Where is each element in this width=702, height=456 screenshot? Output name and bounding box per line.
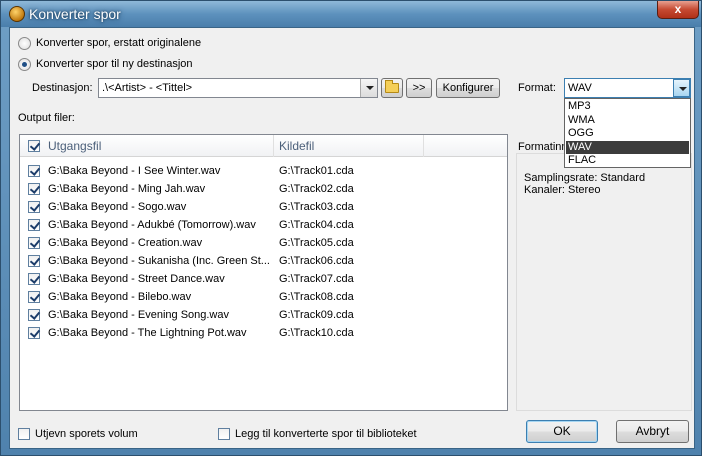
- ok-button[interactable]: OK: [526, 420, 598, 443]
- table-row[interactable]: G:\Baka Beyond - The Lightning Pot.wav G:…: [20, 324, 507, 342]
- row-checkbox[interactable]: [28, 165, 40, 177]
- close-button[interactable]: x: [657, 1, 699, 19]
- table-row[interactable]: G:\Baka Beyond - Sukanisha (Inc. Green S…: [20, 252, 507, 270]
- source-file-cell: G:\Track06.cda: [279, 255, 354, 267]
- table-row[interactable]: G:\Baka Beyond - Street Dance.wav G:\Trac…: [20, 270, 507, 288]
- chevron-down-icon[interactable]: [360, 79, 377, 97]
- format-info-panel: Samplingsrate: Standard Kanaler: Stereo: [516, 153, 692, 411]
- source-file-cell: G:\Track07.cda: [279, 273, 354, 285]
- radio-new-destination-label[interactable]: Konverter spor til ny destinasjon: [36, 58, 193, 71]
- destination-combo[interactable]: .\<Artist> - <Tittel>: [98, 78, 378, 98]
- row-checkbox[interactable]: [28, 291, 40, 303]
- destination-value: .\<Artist> - <Tittel>: [102, 82, 193, 94]
- select-all-checkbox[interactable]: [28, 140, 40, 152]
- radio-new-destination[interactable]: [18, 58, 31, 71]
- equalize-volume-checkbox[interactable]: [18, 428, 30, 440]
- format-option[interactable]: MP3: [566, 100, 689, 113]
- chevron-down-icon[interactable]: [673, 79, 690, 97]
- output-file-cell: G:\Baka Beyond - Sogo.wav: [48, 201, 187, 213]
- add-to-library-label[interactable]: Legg til konverterte spor til biblioteke…: [235, 428, 417, 441]
- row-checkbox[interactable]: [28, 327, 40, 339]
- output-file-cell: G:\Baka Beyond - Ming Jah.wav: [48, 183, 206, 195]
- column-header-source[interactable]: Kildefil: [279, 139, 314, 153]
- output-file-cell: G:\Baka Beyond - Street Dance.wav: [48, 273, 225, 285]
- list-header: Utgangsfil Kildefil: [20, 135, 507, 157]
- source-file-cell: G:\Track08.cda: [279, 291, 354, 303]
- window-title: Konverter spor: [29, 6, 121, 22]
- row-checkbox[interactable]: [28, 219, 40, 231]
- source-file-cell: G:\Track02.cda: [279, 183, 354, 195]
- source-file-cell: G:\Track10.cda: [279, 327, 354, 339]
- row-checkbox[interactable]: [28, 309, 40, 321]
- row-checkbox[interactable]: [28, 183, 40, 195]
- table-row[interactable]: G:\Baka Beyond - Creation.wav G:\Track05.…: [20, 234, 507, 252]
- add-to-library-checkbox[interactable]: [218, 428, 230, 440]
- format-combo[interactable]: WAV: [564, 78, 691, 98]
- table-row[interactable]: G:\Baka Beyond - Evening Song.wav G:\Trac…: [20, 306, 507, 324]
- source-file-cell: G:\Track05.cda: [279, 237, 354, 249]
- row-checkbox[interactable]: [28, 201, 40, 213]
- source-file-cell: G:\Track03.cda: [279, 201, 354, 213]
- row-checkbox[interactable]: [28, 255, 40, 267]
- folder-icon: [385, 80, 399, 93]
- app-icon: [9, 6, 25, 22]
- output-file-cell: G:\Baka Beyond - The Lightning Pot.wav: [48, 327, 247, 339]
- output-file-cell: G:\Baka Beyond - Creation.wav: [48, 237, 203, 249]
- format-option[interactable]: WAV: [566, 140, 689, 154]
- table-row[interactable]: G:\Baka Beyond - Sogo.wav G:\Track03.cda: [20, 198, 507, 216]
- source-file-cell: G:\Track01.cda: [279, 165, 354, 177]
- output-file-cell: G:\Baka Beyond - Evening Song.wav: [48, 309, 229, 321]
- browse-folder-button[interactable]: [381, 78, 403, 98]
- format-dropdown-list[interactable]: MP3 WMA OGG WAV FLAC: [564, 98, 691, 168]
- format-option[interactable]: WMA: [566, 114, 689, 127]
- row-checkbox[interactable]: [28, 273, 40, 285]
- table-row[interactable]: G:\Baka Beyond - Ming Jah.wav G:\Track02.…: [20, 180, 507, 198]
- destination-label: Destinasjon:: [32, 82, 93, 94]
- channels-text: Kanaler: Stereo: [524, 184, 601, 196]
- source-file-cell: G:\Track04.cda: [279, 219, 354, 231]
- dialog-body: Konverter spor, erstatt originalene Konv…: [9, 27, 695, 449]
- radio-replace-originals[interactable]: [18, 37, 31, 50]
- source-file-cell: G:\Track09.cda: [279, 309, 354, 321]
- column-header-output[interactable]: Utgangsfil: [48, 139, 101, 153]
- column-separator[interactable]: [423, 135, 424, 157]
- format-label: Format:: [518, 82, 556, 94]
- output-file-cell: G:\Baka Beyond - Adukbé (Tomorrow).wav: [48, 219, 256, 231]
- next-button[interactable]: >>: [406, 78, 432, 98]
- radio-replace-label[interactable]: Konverter spor, erstatt originalene: [36, 37, 201, 50]
- column-separator[interactable]: [273, 135, 274, 157]
- output-file-cell: G:\Baka Beyond - Bilebo.wav: [48, 291, 192, 303]
- output-files-label: Output filer:: [18, 112, 75, 124]
- dialog-window: Konverter spor x Konverter spor, erstatt…: [0, 0, 702, 456]
- format-value: WAV: [568, 82, 592, 94]
- table-row[interactable]: G:\Baka Beyond - Adukbé (Tomorrow).wav G:…: [20, 216, 507, 234]
- output-files-list[interactable]: Utgangsfil Kildefil G:\Baka Beyond - I S…: [19, 134, 508, 411]
- format-option[interactable]: FLAC: [566, 154, 689, 167]
- output-file-cell: G:\Baka Beyond - Sukanisha (Inc. Green S…: [48, 255, 270, 267]
- format-option[interactable]: OGG: [566, 127, 689, 140]
- table-row[interactable]: G:\Baka Beyond - Bilebo.wav G:\Track08.cd…: [20, 288, 507, 306]
- row-checkbox[interactable]: [28, 237, 40, 249]
- output-file-cell: G:\Baka Beyond - I See Winter.wav: [48, 165, 221, 177]
- configure-button[interactable]: Konfigurer: [436, 78, 500, 98]
- title-bar[interactable]: Konverter spor x: [1, 1, 701, 27]
- cancel-button[interactable]: Avbryt: [616, 420, 689, 443]
- table-row[interactable]: G:\Baka Beyond - I See Winter.wav G:\Trac…: [20, 162, 507, 180]
- equalize-volume-label[interactable]: Utjevn sporets volum: [35, 428, 138, 441]
